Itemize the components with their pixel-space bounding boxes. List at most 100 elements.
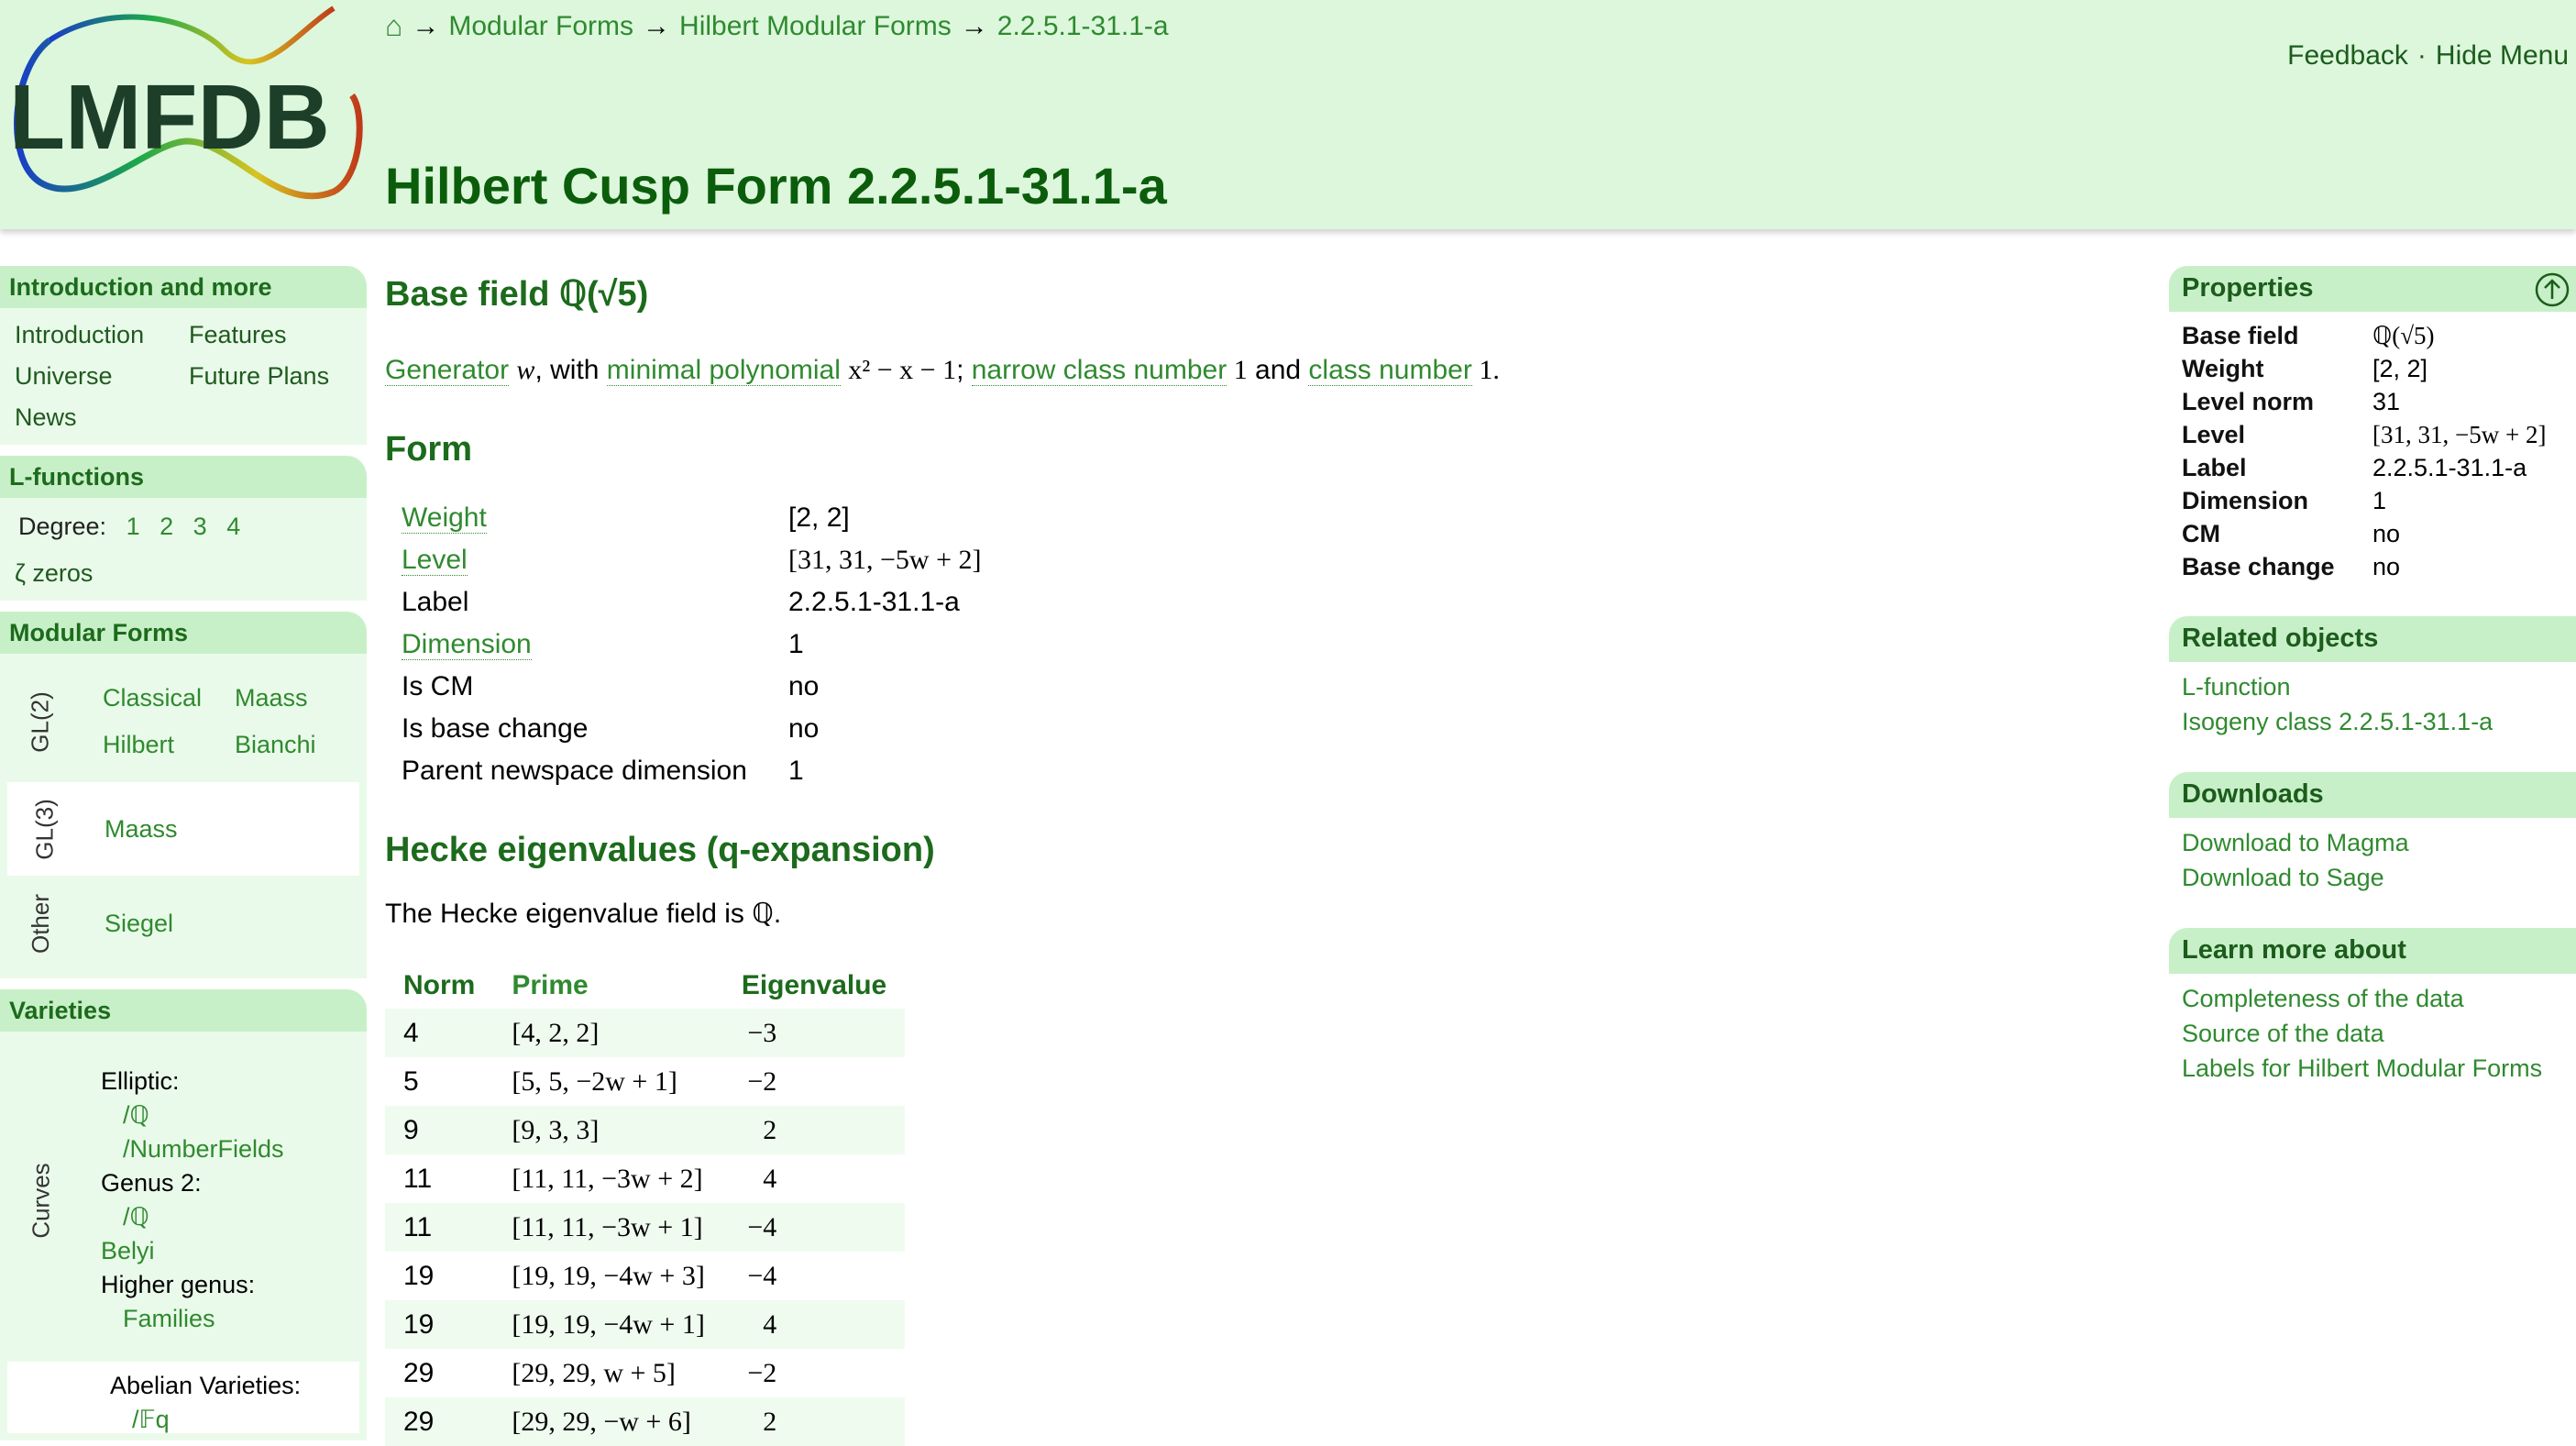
table-row: 5 [5, 5, −2w + 1] −2 bbox=[385, 1057, 905, 1106]
norm-cell: 29 bbox=[403, 1357, 435, 1388]
class-number-link[interactable]: class number bbox=[1308, 355, 1472, 386]
form-row: Dimension 1 bbox=[402, 624, 981, 666]
lmfdb-logo[interactable]: LMFDB bbox=[4, 4, 370, 211]
eigenvalue-cell: 4 bbox=[763, 1163, 777, 1194]
table-row: 4 [4, 2, 2] −3 bbox=[385, 1009, 906, 1057]
generator-link[interactable]: Generator bbox=[385, 355, 510, 386]
families-link[interactable]: Families bbox=[123, 1305, 215, 1332]
main-content: Base field ℚ(√5) Generator w, with minim… bbox=[385, 266, 2127, 1446]
sidebar-item-siegel[interactable]: Siegel bbox=[105, 910, 173, 937]
sidebar-item-features[interactable]: Features bbox=[189, 321, 363, 349]
elliptic-label: Elliptic: bbox=[101, 1067, 180, 1095]
arrow-up-circle-icon[interactable] bbox=[2534, 271, 2570, 308]
abelian-label: Abelian Varieties: bbox=[110, 1372, 302, 1399]
breadcrumb: ⌂ → Modular Forms → Hilbert Modular Form… bbox=[385, 9, 1169, 43]
page-title: Hilbert Cusp Form 2.2.5.1-31.1-a bbox=[385, 157, 1167, 215]
eigenvalue-header-row: Norm Prime Eigenvalue bbox=[385, 963, 905, 1009]
sidebar-intro-body: Introduction Features Universe Future Pl… bbox=[0, 308, 367, 445]
norm-cell: 11 bbox=[403, 1163, 433, 1194]
table-row: 11 [11, 11, −3w + 2] 4 bbox=[385, 1154, 905, 1203]
hecke-heading[interactable]: Hecke eigenvalues (q-expansion) bbox=[385, 831, 2127, 870]
l-function-link[interactable]: L-function bbox=[2182, 673, 2291, 701]
abelian-fq-link[interactable]: /𝔽q bbox=[132, 1406, 170, 1433]
sidebar-lfunctions-heading[interactable]: L-functions bbox=[0, 456, 367, 498]
breadcrumb-sep: → bbox=[412, 10, 440, 41]
dimension-knowl[interactable]: Dimension bbox=[402, 629, 532, 660]
norm-cell: 11 bbox=[385, 1203, 494, 1252]
hide-menu-link[interactable]: Hide Menu bbox=[2436, 40, 2569, 72]
level-knowl[interactable]: Level bbox=[402, 545, 468, 576]
hecke-field-text: The Hecke eigenvalue field is ℚ. bbox=[385, 899, 782, 929]
completeness-link[interactable]: Completeness of the data bbox=[2182, 985, 2464, 1013]
source-link[interactable]: Source of the data bbox=[2182, 1020, 2384, 1048]
property-key: Base change bbox=[2182, 552, 2335, 580]
home-icon[interactable]: ⌂ bbox=[385, 9, 402, 43]
property-row: Dimension 1 bbox=[2182, 484, 2563, 517]
eigenvalue-cell: 2 bbox=[722, 1106, 906, 1154]
degree-1-link[interactable]: 1 bbox=[127, 513, 140, 540]
genus2-q-link[interactable]: /ℚ bbox=[123, 1203, 149, 1231]
elliptic-q-link[interactable]: /ℚ bbox=[123, 1101, 149, 1129]
label-value: 2.2.5.1-31.1-a bbox=[788, 587, 960, 617]
download-magma-link[interactable]: Download to Magma bbox=[2182, 829, 2409, 857]
sidebar-modular-heading[interactable]: Modular Forms bbox=[0, 612, 367, 654]
prime-cell: [4, 2, 2] bbox=[493, 1009, 723, 1057]
breadcrumb-modular-forms[interactable]: Modular Forms bbox=[448, 11, 633, 42]
table-row: 19 [19, 19, −4w + 3] −4 bbox=[385, 1252, 905, 1300]
curves-label: Curves bbox=[27, 1162, 55, 1239]
sidebar-item-future-plans[interactable]: Future Plans bbox=[189, 362, 363, 391]
degree-label: Degree: bbox=[18, 513, 107, 540]
downloads-body: Download to Magma Download to Sage bbox=[2169, 818, 2576, 908]
prime-header[interactable]: Prime bbox=[493, 963, 722, 1009]
table-row: 29 [29, 29, −w + 6] 2 bbox=[385, 1397, 906, 1446]
degree-2-link[interactable]: 2 bbox=[160, 513, 173, 540]
sidebar-item-maass-gl2[interactable]: Maass bbox=[235, 684, 367, 712]
zeta-zeros-link[interactable]: ζ zeros bbox=[15, 559, 93, 587]
elliptic-numberfields-link[interactable]: /NumberFields bbox=[123, 1135, 284, 1163]
properties-heading-label: Properties bbox=[2182, 273, 2314, 303]
feedback-link[interactable]: Feedback bbox=[2287, 40, 2408, 72]
property-key: Weight bbox=[2182, 354, 2264, 382]
property-key: Label bbox=[2182, 453, 2247, 481]
labels-link[interactable]: Labels for Hilbert Modular Forms bbox=[2182, 1054, 2542, 1083]
sidebar-item-bianchi[interactable]: Bianchi bbox=[235, 731, 367, 759]
with-text: , with bbox=[534, 355, 607, 385]
is-cm-value: no bbox=[788, 671, 820, 701]
degree-4-link[interactable]: 4 bbox=[226, 513, 240, 540]
sidebar-item-maass-gl3[interactable]: Maass bbox=[105, 815, 178, 843]
sidebar-item-hilbert[interactable]: Hilbert bbox=[103, 731, 235, 759]
norm-cell: 19 bbox=[385, 1300, 494, 1349]
level-value: [31, 31, −5w + 2] bbox=[788, 545, 982, 575]
breadcrumb-current[interactable]: 2.2.5.1-31.1-a bbox=[997, 11, 1169, 42]
narrow-class-number-link[interactable]: narrow class number bbox=[971, 355, 1227, 386]
parent-newspace-key: Parent newspace dimension bbox=[402, 756, 747, 786]
sidebar-item-news[interactable]: News bbox=[15, 403, 189, 432]
related-objects-heading: Related objects bbox=[2169, 616, 2576, 662]
is-base-change-key: Is base change bbox=[402, 713, 589, 744]
property-value: no bbox=[2372, 519, 2401, 547]
table-row: 11 [11, 11, −3w + 1] −4 bbox=[385, 1203, 906, 1252]
sidebar-varieties-heading[interactable]: Varieties bbox=[0, 989, 367, 1032]
norm-header: Norm bbox=[403, 970, 476, 1000]
properties-box: Properties Base field ℚ(√5) Weight [2, 2] … bbox=[2169, 266, 2576, 596]
degree-3-link[interactable]: 3 bbox=[193, 513, 207, 540]
form-row: Weight [2, 2] bbox=[402, 497, 981, 539]
and-text: and bbox=[1247, 355, 1309, 385]
weight-knowl[interactable]: Weight bbox=[402, 502, 487, 534]
norm-cell: 29 bbox=[385, 1397, 494, 1446]
property-key: Base field bbox=[2182, 321, 2299, 349]
sidebar-item-classical[interactable]: Classical bbox=[103, 684, 235, 712]
belyi-link[interactable]: Belyi bbox=[101, 1237, 155, 1264]
sidebar-intro-heading[interactable]: Introduction and more bbox=[0, 266, 367, 308]
breadcrumb-sep: → bbox=[960, 10, 988, 41]
sidebar-item-introduction[interactable]: Introduction bbox=[15, 321, 189, 349]
property-key: Dimension bbox=[2182, 486, 2309, 514]
property-value: [2, 2] bbox=[2372, 354, 2428, 382]
minimal-polynomial-link[interactable]: minimal polynomial bbox=[606, 355, 841, 386]
breadcrumb-hilbert-modular-forms[interactable]: Hilbert Modular Forms bbox=[679, 11, 952, 42]
download-sage-link[interactable]: Download to Sage bbox=[2182, 864, 2384, 892]
property-value: 2.2.5.1-31.1-a bbox=[2372, 453, 2527, 481]
table-row: 19 [19, 19, −4w + 1] 4 bbox=[385, 1300, 906, 1349]
sidebar-item-universe[interactable]: Universe bbox=[15, 362, 189, 391]
isogeny-class-link[interactable]: Isogeny class 2.2.5.1-31.1-a bbox=[2182, 708, 2493, 736]
